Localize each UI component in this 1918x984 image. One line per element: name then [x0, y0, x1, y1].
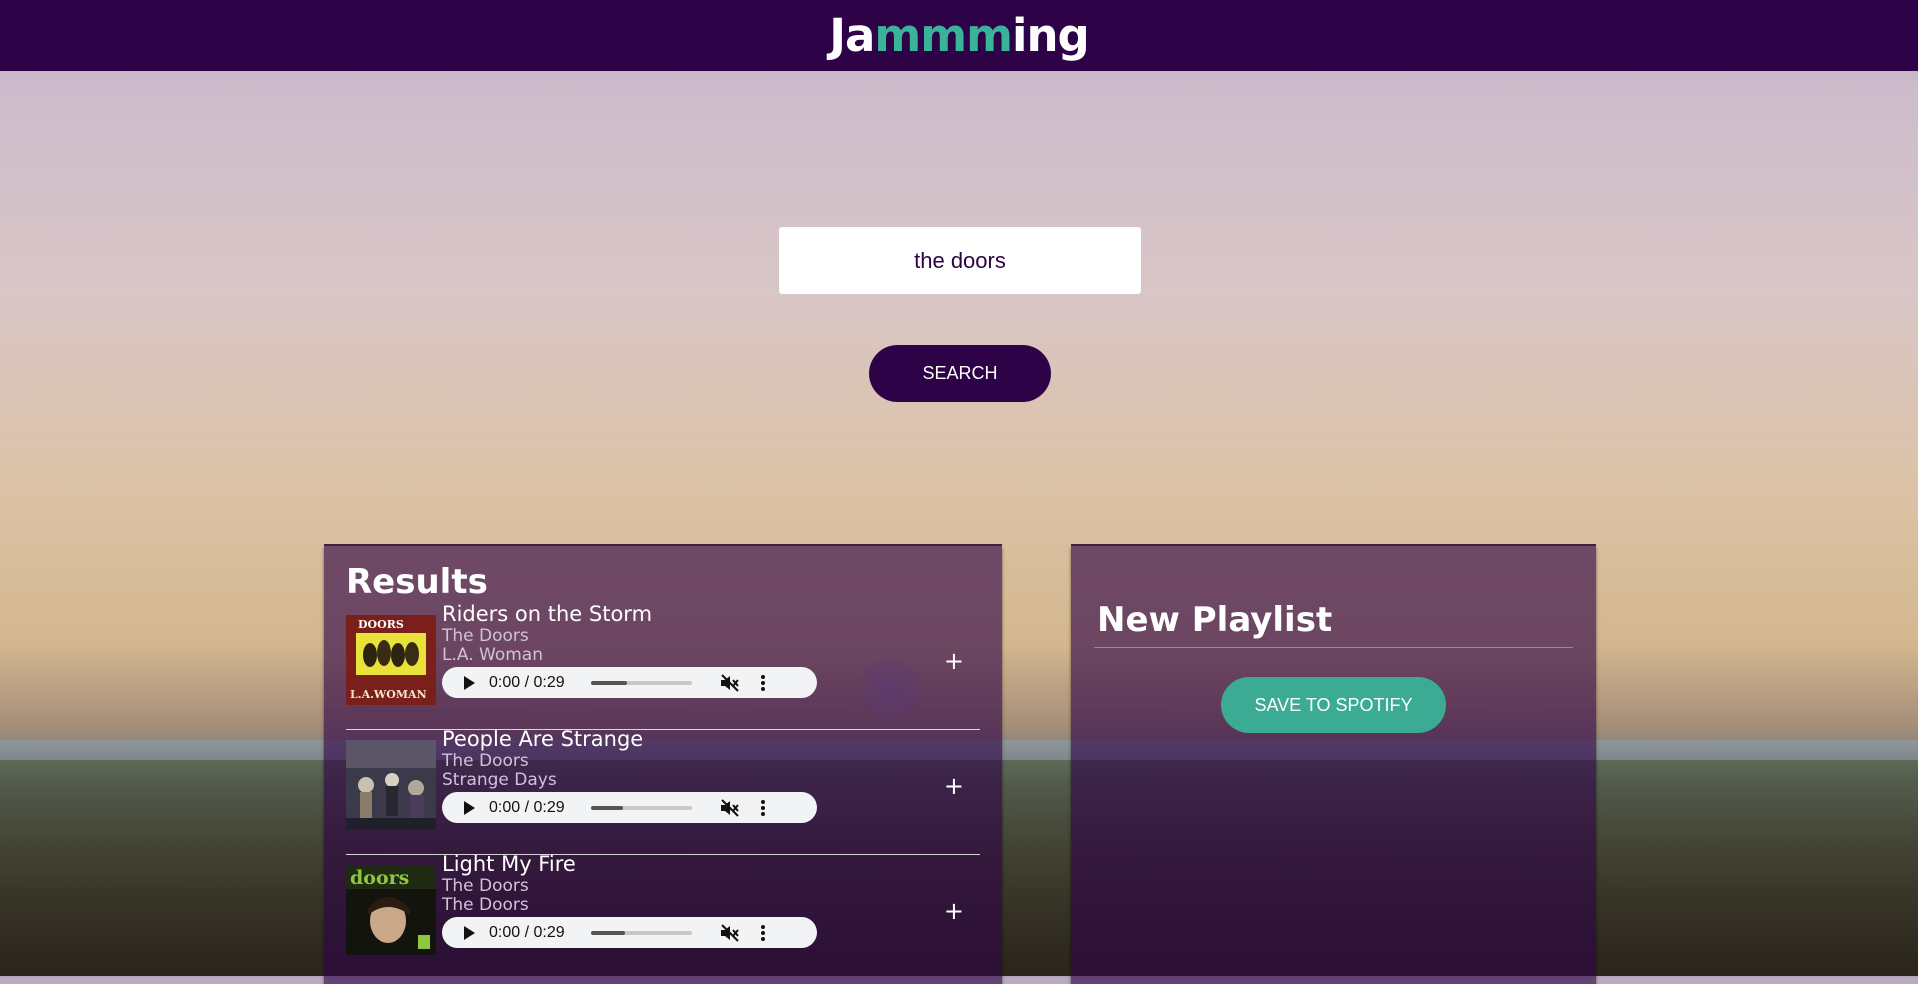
album-cover-strange-days: [346, 740, 436, 831]
play-icon[interactable]: [464, 675, 475, 690]
save-to-spotify-button[interactable]: SAVE TO SPOTIFY: [1221, 677, 1446, 734]
audio-player: 0:00 / 0:29: [442, 792, 817, 824]
track-name: Riders on the Storm: [442, 602, 653, 627]
track-info: Light My Fire The Doors The Doors: [442, 851, 576, 915]
add-track-button[interactable]: +: [938, 896, 970, 926]
results-title: Results: [346, 562, 488, 602]
more-options-icon[interactable]: [760, 674, 766, 692]
audio-time: 0:00 / 0:29: [489, 798, 565, 816]
track-artist: The Doors: [442, 876, 529, 897]
add-track-button[interactable]: +: [938, 771, 970, 801]
track-album: L.A. Woman: [442, 645, 543, 666]
track-album: The Doors: [442, 895, 529, 916]
cover-band-text: doors: [350, 867, 409, 889]
more-options-icon[interactable]: [760, 924, 766, 942]
logo-text-start: Ja: [829, 9, 875, 62]
logo-text-highlight: mmm: [874, 9, 1013, 62]
track-album: Strange Days: [442, 770, 557, 791]
track-artist: The Doors: [442, 751, 529, 772]
track-item: doors Light My Fire The Doors The Doors …: [346, 852, 980, 980]
audio-progress-slider[interactable]: [591, 680, 692, 685]
track-info: Riders on the Storm The Doors L.A. Woman: [442, 601, 652, 665]
playlist-name-input[interactable]: New Playlist: [1097, 601, 1570, 639]
track-item: People Are Strange The Doors Strange Day…: [346, 727, 980, 856]
cover-album-text: L.A.WOMAN: [350, 688, 427, 701]
album-cover-la-woman: DOORS L.A.WOMAN: [346, 615, 436, 706]
mute-icon[interactable]: [720, 674, 740, 692]
play-icon[interactable]: [464, 925, 475, 940]
cover-band-text: DOORS: [358, 618, 404, 631]
audio-time: 0:00 / 0:29: [489, 923, 565, 941]
audio-progress-slider[interactable]: [591, 805, 692, 810]
audio-progress-slider[interactable]: [591, 930, 692, 935]
track-name: Light My Fire: [442, 852, 576, 877]
app-logo: Jammming: [829, 9, 1090, 62]
search-button[interactable]: SEARCH: [869, 345, 1051, 402]
results-panel: Results DOORS L.A.WOMAN Riders on the St…: [324, 544, 1002, 984]
track-name: People Are Strange: [442, 727, 644, 752]
playlist-panel: New Playlist SAVE TO SPOTIFY: [1071, 544, 1596, 984]
playlist-divider: [1094, 647, 1573, 649]
mute-icon[interactable]: [720, 799, 740, 817]
app-header: Jammming: [0, 0, 1918, 71]
play-icon[interactable]: [464, 800, 475, 815]
add-track-button[interactable]: +: [938, 646, 970, 676]
audio-player: 0:00 / 0:29: [442, 667, 817, 699]
mute-icon[interactable]: [720, 924, 740, 942]
more-options-icon[interactable]: [760, 799, 766, 817]
album-cover-the-doors: doors: [346, 865, 436, 956]
track-item: DOORS L.A.WOMAN Riders on the Storm The …: [346, 602, 980, 731]
logo-text-end: ing: [1012, 9, 1090, 62]
audio-player: 0:00 / 0:29: [442, 917, 817, 949]
audio-time: 0:00 / 0:29: [489, 673, 565, 691]
track-info: People Are Strange The Doors Strange Day…: [442, 726, 643, 790]
search-input[interactable]: [779, 227, 1141, 294]
track-artist: The Doors: [442, 626, 529, 647]
